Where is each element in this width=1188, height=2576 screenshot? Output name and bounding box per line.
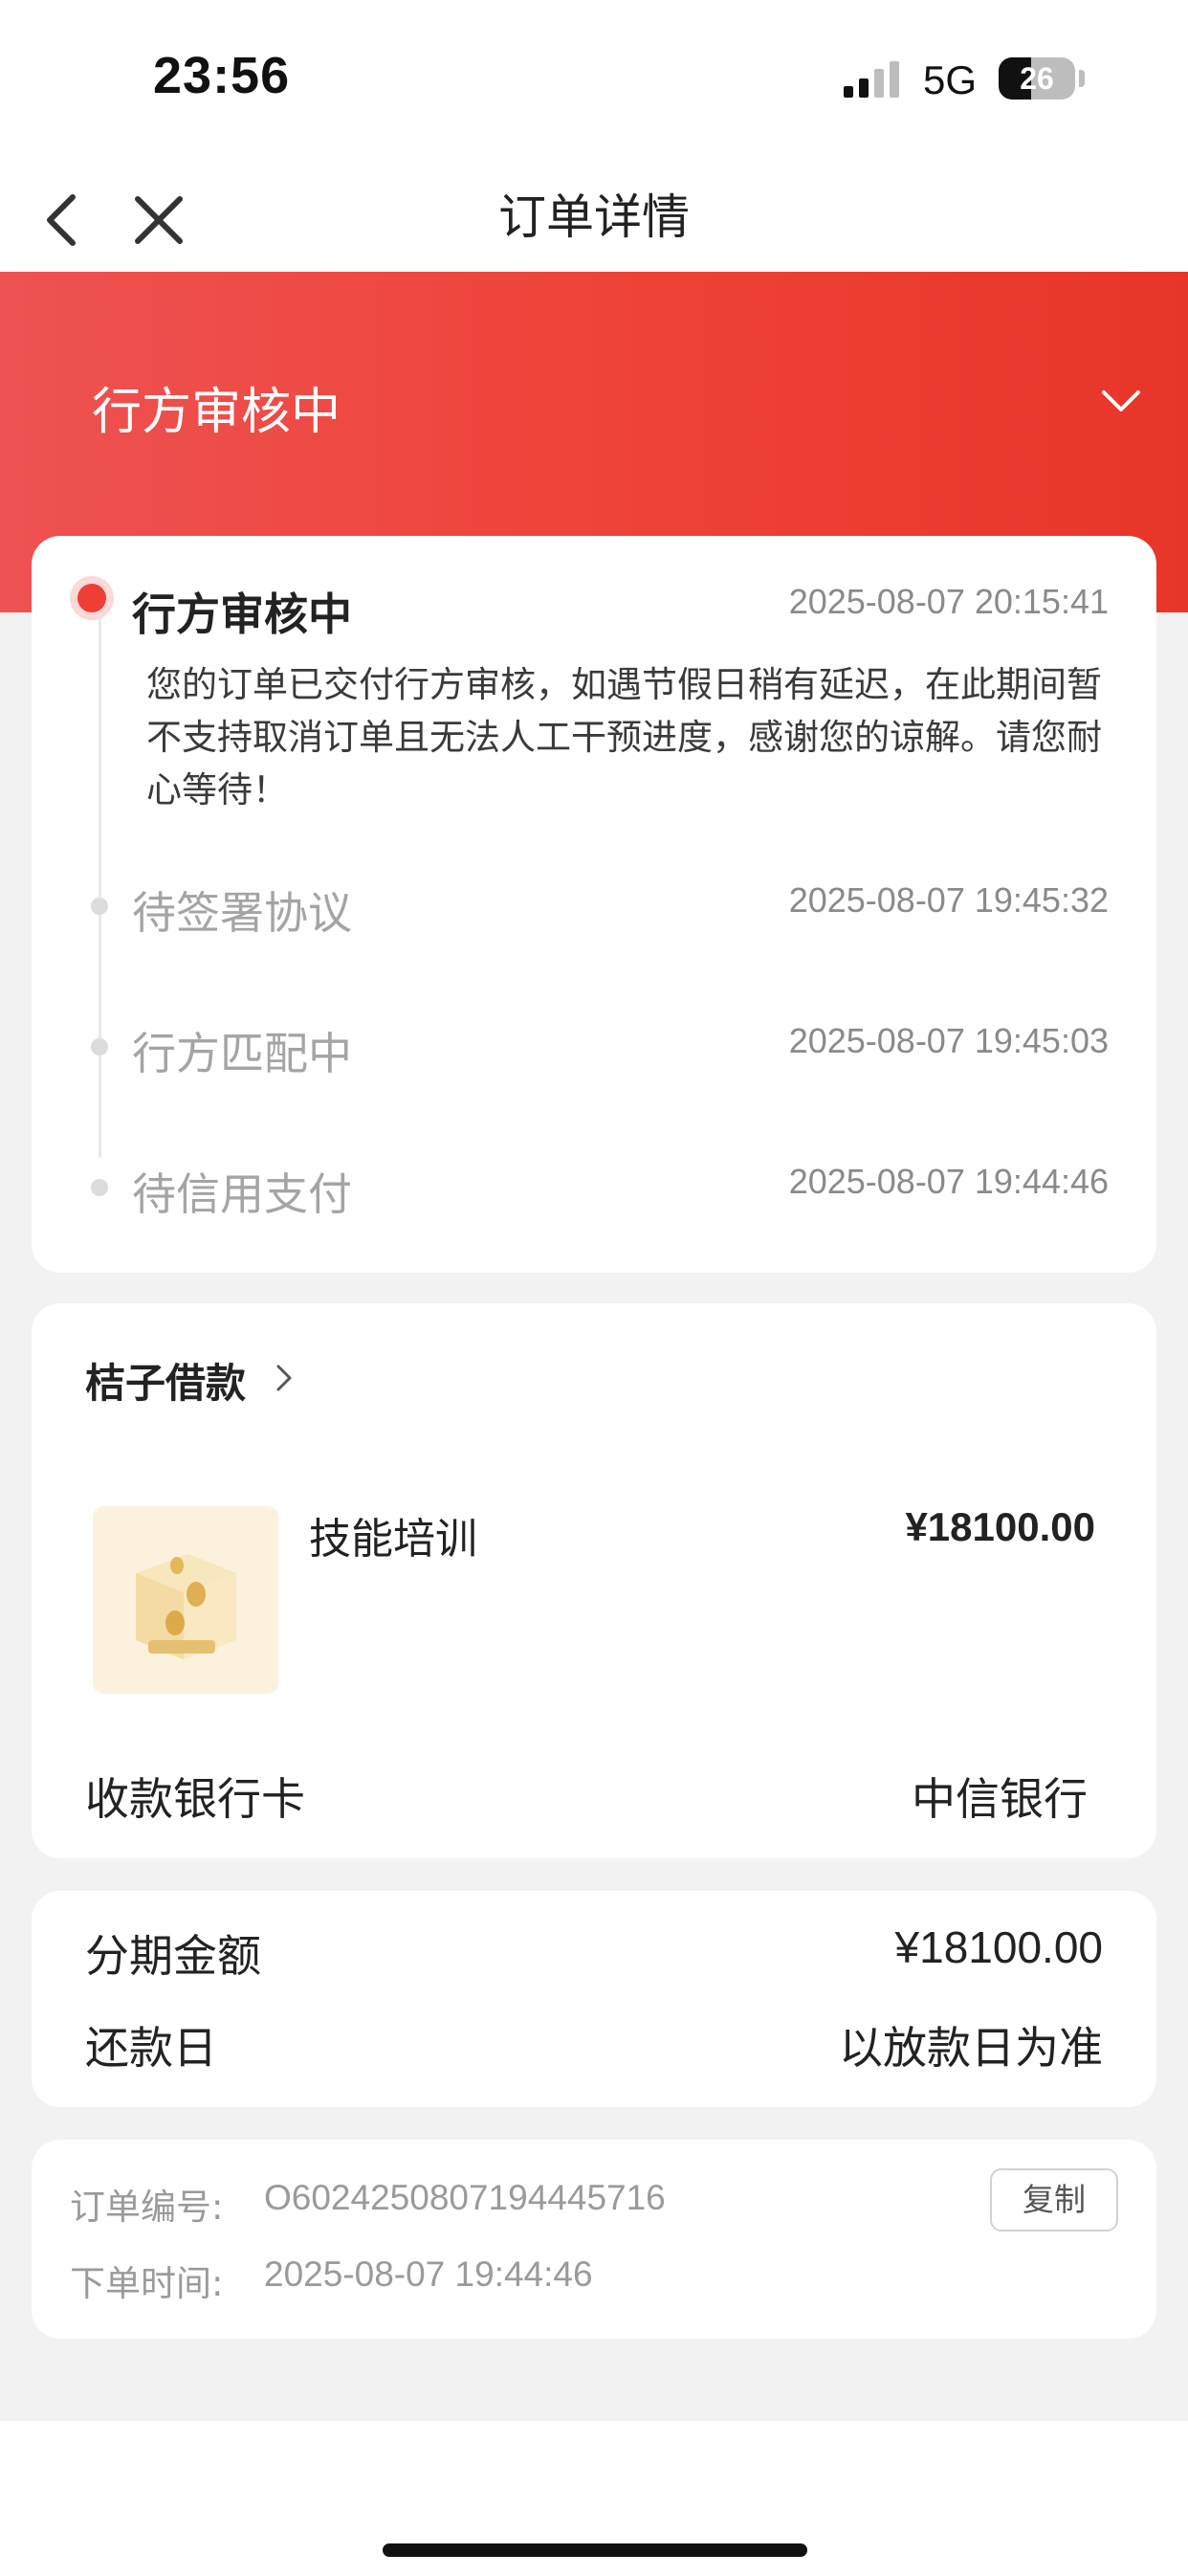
nav-bar: 订单详情 — [0, 163, 1188, 272]
signal-icon — [844, 61, 899, 98]
step-time-match: 2025-08-07 19:45:03 — [788, 1021, 1109, 1060]
product-image — [93, 1506, 278, 1694]
timeline-card: 行方审核中 2025-08-07 20:15:41 您的订单已交付行方审核，如遇… — [32, 536, 1156, 1273]
installment-amount-label: 分期金额 — [85, 1930, 261, 1982]
step-time-reviewing: 2025-08-07 20:15:41 — [788, 582, 1109, 621]
bottom-area — [0, 2421, 1188, 2576]
status-bar: 23:56 5G 26 — [0, 0, 1188, 163]
order-number-value: O6024250807194445716 — [264, 2178, 666, 2217]
banner-status: 行方审核中 — [92, 384, 341, 441]
battery-icon: 26 — [999, 57, 1075, 100]
repay-day-value: 以放款日为准 — [839, 2022, 1103, 2074]
chevron-right-icon[interactable] — [269, 1359, 299, 1397]
step-title-pay: 待信用支付 — [132, 1168, 352, 1220]
installment-amount-value: ¥18100.00 — [894, 1922, 1103, 1972]
timeline-dot — [91, 1179, 108, 1196]
battery-level: 26 — [1020, 61, 1054, 96]
timeline-dot — [91, 1038, 108, 1055]
order-time-label: 下单时间: — [70, 2263, 224, 2304]
step-title-match: 行方匹配中 — [132, 1028, 352, 1079]
chevron-down-icon[interactable] — [1100, 379, 1142, 421]
product-name: 技能培训 — [309, 1515, 477, 1564]
step-title-sign: 待签署协议 — [132, 887, 352, 939]
step-description: 您的订单已交付行方审核，如遇节假日稍有延迟，在此期间暂不支持取消订单且无法人工干… — [146, 664, 1102, 811]
page-title: 订单详情 — [498, 189, 690, 245]
order-number-label: 订单编号: — [70, 2187, 224, 2228]
timeline-dot — [91, 898, 108, 915]
copy-button[interactable]: 复制 — [990, 2168, 1118, 2232]
bank-card-label: 收款银行卡 — [85, 1773, 305, 1825]
status-time: 23:56 — [153, 47, 291, 104]
home-indicator[interactable] — [383, 2543, 807, 2557]
timeline-line — [99, 603, 101, 1158]
bank-card-value: 中信银行 — [912, 1773, 1088, 1825]
timeline-dot-active — [77, 584, 106, 612]
installment-card: 分期金额 ¥18100.00 还款日 以放款日为准 — [32, 1891, 1156, 2107]
order-time-value: 2025-08-07 19:44:46 — [264, 2254, 593, 2294]
step-time-sign: 2025-08-07 19:45:32 — [788, 880, 1109, 920]
merchant-link[interactable]: 桔子借款 — [85, 1351, 246, 1410]
order-info-card: 订单编号: O6024250807194445716 复制 下单时间: 2025… — [32, 2140, 1156, 2339]
battery-tip — [1079, 70, 1085, 87]
coin-box-icon — [136, 1554, 236, 1659]
step-title-reviewing: 行方审核中 — [132, 588, 352, 640]
repay-day-label: 还款日 — [85, 2022, 217, 2074]
step-time-pay: 2025-08-07 19:44:46 — [788, 1162, 1109, 1201]
product-price: ¥18100.00 — [905, 1504, 1095, 1549]
product-card: 桔子借款 技能培训 ¥18100.00 收款银行卡 中信银行 — [32, 1303, 1156, 1858]
network-type: 5G — [923, 57, 978, 102]
